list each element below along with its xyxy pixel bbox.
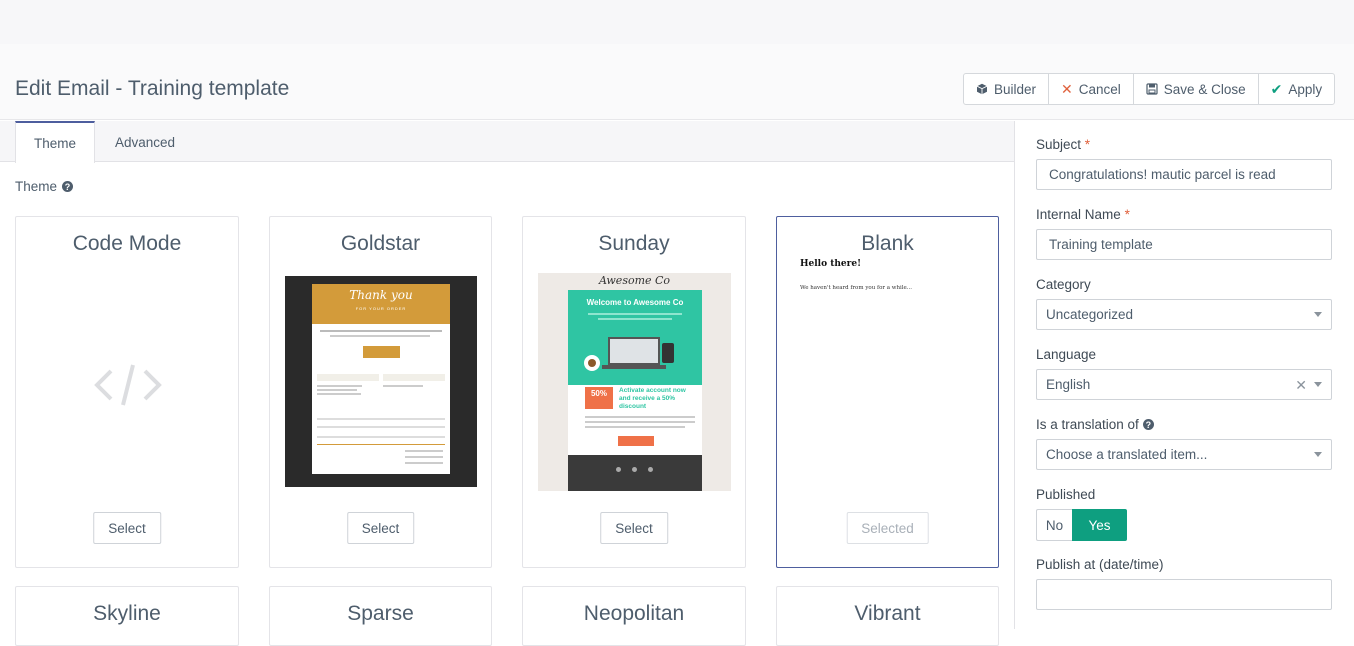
chevron-down-icon [1314, 382, 1322, 387]
close-icon: ✕ [1061, 80, 1073, 97]
select-button[interactable]: Select [600, 512, 668, 544]
tab-bar: Theme Advanced [0, 121, 1014, 163]
clear-icon[interactable]: ✕ [1295, 377, 1307, 394]
theme-name: Code Mode [72, 232, 182, 255]
tab-advanced[interactable]: Advanced [100, 121, 190, 163]
preview-heading: Hello there! [800, 259, 862, 269]
chevron-down-icon [1314, 452, 1322, 457]
help-icon[interactable]: ? [62, 181, 74, 192]
internal-name-label: Internal Name * [1036, 207, 1130, 222]
preview-badge: 50% [585, 387, 613, 409]
save-close-label: Save & Close [1163, 81, 1246, 97]
toolbar: Builder ✕ Cancel Save & Close ✔ Apply [963, 73, 1336, 105]
select-button[interactable]: Select [93, 512, 161, 544]
theme-card-goldstar[interactable]: Goldstar Thank you FOR YOUR ORDER Select [269, 216, 492, 568]
tab-theme-label: Theme [33, 135, 77, 151]
save-close-button[interactable]: Save & Close [1134, 74, 1259, 104]
cancel-button[interactable]: ✕ Cancel [1049, 74, 1134, 104]
subject-input[interactable]: Congratulations! mautic parcel is read [1036, 159, 1332, 190]
language-value: English [1046, 377, 1091, 392]
category-select[interactable]: Uncategorized [1036, 299, 1332, 330]
published-toggle: No Yes [1036, 509, 1127, 541]
main-panel: Theme Advanced Theme ? Code Mode Select … [0, 121, 1014, 646]
published-yes-button[interactable]: Yes [1072, 509, 1127, 541]
preview-body: We haven't heard from you for a while... [800, 285, 913, 291]
category-value: Uncategorized [1046, 307, 1134, 322]
language-select[interactable]: English ✕ [1036, 369, 1332, 400]
theme-name: Blank [861, 232, 914, 255]
published-no-button[interactable]: No [1036, 509, 1072, 541]
select-button[interactable]: Select [346, 512, 415, 544]
chevron-down-icon [1314, 312, 1322, 317]
builder-button[interactable]: Builder [964, 74, 1050, 104]
builder-label: Builder [994, 81, 1037, 97]
details-sidebar: Subject * Congratulations! mautic parcel… [1014, 121, 1354, 629]
page-title: Edit Email - Training template [15, 77, 290, 100]
language-label: Language [1036, 347, 1097, 362]
preview-banner: Welcome to Awesome Co [586, 298, 684, 307]
theme-label-text: Theme [15, 179, 58, 194]
internal-name-input[interactable]: Training template [1036, 229, 1332, 260]
theme-name: Sparse [347, 602, 414, 625]
theme-name: Sunday [598, 232, 670, 255]
cancel-label: Cancel [1078, 81, 1121, 97]
top-bar [0, 0, 1354, 44]
preview-subheading: FOR YOUR ORDER [355, 306, 407, 311]
theme-card-neopolitan[interactable]: Neopolitan [522, 586, 746, 646]
tab-theme[interactable]: Theme [15, 121, 95, 163]
code-icon [94, 364, 162, 406]
theme-card-skyline[interactable]: Skyline [15, 586, 239, 646]
subject-label: Subject * [1036, 137, 1091, 152]
apply-label: Apply [1288, 81, 1323, 97]
publish-at-input[interactable] [1036, 579, 1332, 610]
theme-card-sunday[interactable]: Sunday Awesome Co Welcome to Awesome Co … [522, 216, 746, 568]
theme-card-sparse[interactable]: Sparse [269, 586, 492, 646]
theme-name: Vibrant [854, 602, 921, 625]
tab-advanced-label: Advanced [114, 134, 176, 150]
published-label: Published [1036, 487, 1096, 502]
help-icon[interactable]: ? [1142, 419, 1154, 430]
sunday-preview: Awesome Co Welcome to Awesome Co 50% Act… [538, 273, 731, 491]
goldstar-preview: Thank you FOR YOUR ORDER [285, 276, 477, 487]
required-mark: * [1124, 207, 1130, 222]
selected-button[interactable]: Selected [846, 512, 929, 544]
theme-name: Goldstar [340, 232, 421, 255]
translation-select[interactable]: Choose a translated item... [1036, 439, 1332, 470]
apply-button[interactable]: ✔ Apply [1259, 74, 1335, 104]
translation-label: Is a translation of ? [1036, 417, 1154, 432]
theme-name: Neopolitan [583, 602, 685, 625]
preview-promo: Activate account now and receive a 50% d… [619, 387, 686, 410]
required-mark: * [1084, 137, 1091, 152]
theme-card-vibrant[interactable]: Vibrant [776, 586, 999, 646]
publish-at-label: Publish at (date/time) [1036, 557, 1164, 572]
preview-brand: Awesome Co [598, 274, 671, 287]
theme-name: Skyline [93, 602, 161, 625]
theme-section-label: Theme ? [15, 179, 74, 194]
translation-placeholder: Choose a translated item... [1046, 447, 1208, 462]
save-icon [1146, 83, 1158, 95]
check-icon: ✔ [1270, 80, 1283, 97]
cube-icon [976, 83, 988, 95]
theme-card-code-mode[interactable]: Code Mode Select [15, 216, 239, 568]
category-label: Category [1036, 277, 1091, 292]
preview-heading: Thank you [349, 288, 413, 302]
theme-card-blank[interactable]: Blank Hello there! We haven't heard from… [776, 216, 999, 568]
